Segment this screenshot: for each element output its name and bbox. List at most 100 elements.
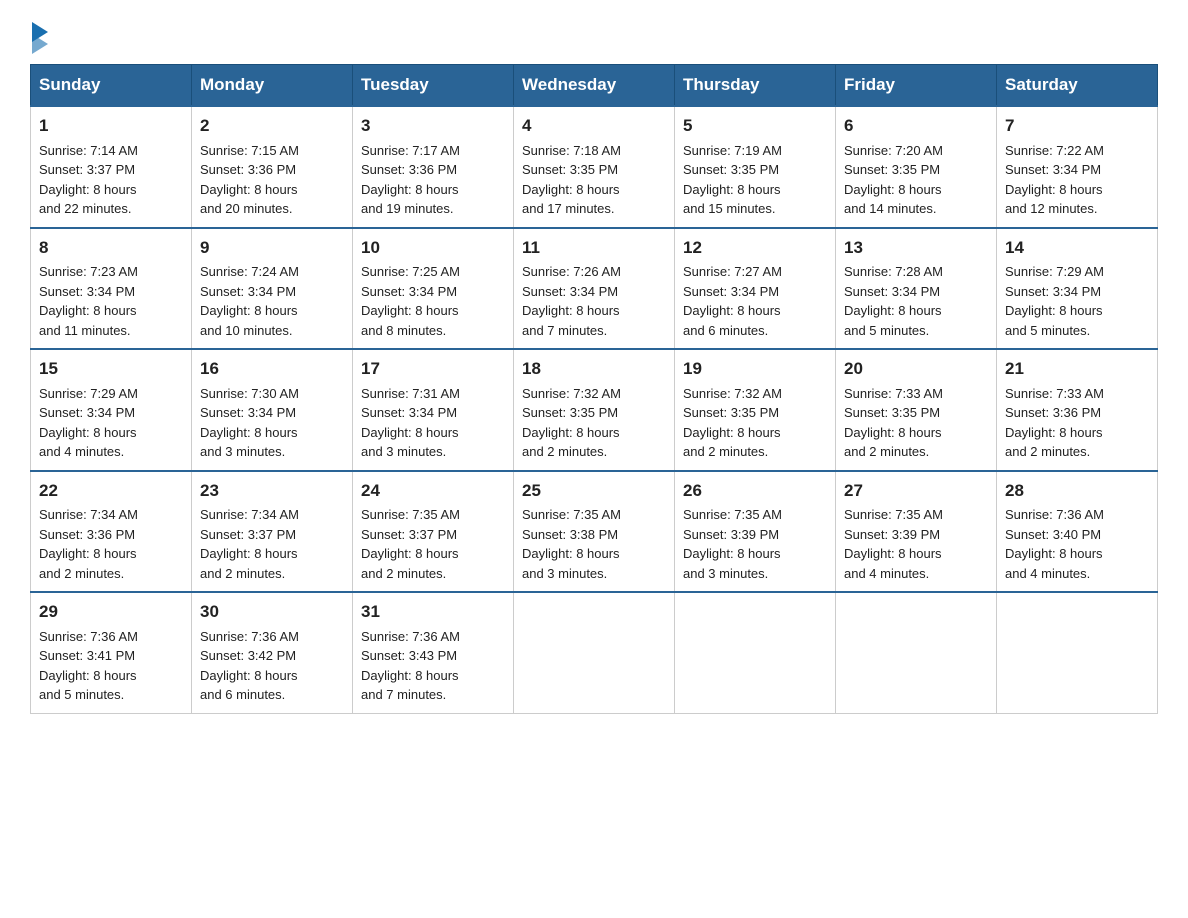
daylight-minutes: and 2 minutes.	[844, 444, 929, 459]
daylight-minutes: and 2 minutes.	[39, 566, 124, 581]
daylight-label: Daylight: 8 hours	[361, 546, 459, 561]
daylight-minutes: and 2 minutes.	[683, 444, 768, 459]
sunset-text: Sunset: 3:39 PM	[844, 527, 940, 542]
sunset-text: Sunset: 3:34 PM	[200, 405, 296, 420]
daylight-label: Daylight: 8 hours	[200, 546, 298, 561]
day-number: 9	[200, 235, 344, 261]
calendar-cell: 16Sunrise: 7:30 AMSunset: 3:34 PMDayligh…	[192, 349, 353, 471]
daylight-label: Daylight: 8 hours	[683, 303, 781, 318]
sunrise-text: Sunrise: 7:34 AM	[200, 507, 299, 522]
daylight-minutes: and 14 minutes.	[844, 201, 937, 216]
daylight-label: Daylight: 8 hours	[522, 425, 620, 440]
daylight-label: Daylight: 8 hours	[1005, 303, 1103, 318]
calendar-header-row: SundayMondayTuesdayWednesdayThursdayFrid…	[31, 65, 1158, 107]
sunrise-text: Sunrise: 7:36 AM	[200, 629, 299, 644]
calendar-cell: 22Sunrise: 7:34 AMSunset: 3:36 PMDayligh…	[31, 471, 192, 593]
daylight-minutes: and 5 minutes.	[844, 323, 929, 338]
week-row-5: 29 Sunrise: 7:36 AM Sunset: 3:41 PM Dayligh…	[31, 592, 1158, 713]
daylight-minutes: and 22 minutes.	[39, 201, 132, 216]
sunrise-text: Sunrise: 7:33 AM	[1005, 386, 1104, 401]
daylight-label: Daylight: 8 hours	[844, 546, 942, 561]
daylight-minutes: and 12 minutes.	[1005, 201, 1098, 216]
day-number: 31	[361, 599, 505, 625]
day-number: 18	[522, 356, 666, 382]
daylight-minutes: and 8 minutes.	[361, 323, 446, 338]
sunset-text: Sunset: 3:35 PM	[683, 162, 779, 177]
daylight-label: Daylight: 8 hours	[844, 303, 942, 318]
day-number: 21	[1005, 356, 1149, 382]
sunset-text: Sunset: 3:34 PM	[39, 284, 135, 299]
day-number: 27	[844, 478, 988, 504]
sunrise-text: Sunrise: 7:27 AM	[683, 264, 782, 279]
sunrise-text: Sunrise: 7:32 AM	[522, 386, 621, 401]
calendar-cell: 31Sunrise: 7:36 AMSunset: 3:43 PMDayligh…	[353, 592, 514, 713]
sunset-text: Sunset: 3:36 PM	[39, 527, 135, 542]
day-number: 1	[39, 113, 183, 139]
daylight-label: Daylight: 8 hours	[39, 303, 137, 318]
day-number: 30	[200, 599, 344, 625]
daylight-minutes: and 19 minutes.	[361, 201, 454, 216]
col-header-friday: Friday	[836, 65, 997, 107]
sunset-text: Sunset: 3:34 PM	[1005, 162, 1101, 177]
daylight-label: Daylight: 8 hours	[844, 182, 942, 197]
sunrise-text: Sunrise: 7:35 AM	[522, 507, 621, 522]
day-number: 19	[683, 356, 827, 382]
sunrise-text: Sunrise: 7:15 AM	[200, 143, 299, 158]
daylight-label: Daylight: 8 hours	[200, 182, 298, 197]
calendar-cell: 2Sunrise: 7:15 AMSunset: 3:36 PMDaylight…	[192, 106, 353, 228]
day-number: 10	[361, 235, 505, 261]
sunrise-text: Sunrise: 7:35 AM	[683, 507, 782, 522]
calendar-cell: 9Sunrise: 7:24 AMSunset: 3:34 PMDaylight…	[192, 228, 353, 350]
sunrise-text: Sunrise: 7:29 AM	[39, 386, 138, 401]
sunset-text: Sunset: 3:38 PM	[522, 527, 618, 542]
daylight-label: Daylight: 8 hours	[522, 303, 620, 318]
daylight-label: Daylight: 8 hours	[522, 182, 620, 197]
day-number: 17	[361, 356, 505, 382]
calendar-cell	[514, 592, 675, 713]
sunrise-text: Sunrise: 7:17 AM	[361, 143, 460, 158]
calendar-cell: 27Sunrise: 7:35 AMSunset: 3:39 PMDayligh…	[836, 471, 997, 593]
calendar-cell: 30Sunrise: 7:36 AMSunset: 3:42 PMDayligh…	[192, 592, 353, 713]
page-header	[30, 20, 1158, 48]
sunset-text: Sunset: 3:34 PM	[39, 405, 135, 420]
daylight-minutes: and 11 minutes.	[39, 323, 131, 338]
sunset-text: Sunset: 3:41 PM	[39, 648, 135, 663]
daylight-label: Daylight: 8 hours	[39, 668, 137, 683]
daylight-label: Daylight: 8 hours	[683, 425, 781, 440]
sunset-text: Sunset: 3:37 PM	[39, 162, 135, 177]
daylight-label: Daylight: 8 hours	[39, 425, 137, 440]
sunset-text: Sunset: 3:34 PM	[361, 284, 457, 299]
day-number: 2	[200, 113, 344, 139]
calendar-cell: 1Sunrise: 7:14 AMSunset: 3:37 PMDaylight…	[31, 106, 192, 228]
daylight-label: Daylight: 8 hours	[522, 546, 620, 561]
daylight-label: Daylight: 8 hours	[1005, 546, 1103, 561]
daylight-minutes: and 2 minutes.	[1005, 444, 1090, 459]
sunset-text: Sunset: 3:34 PM	[200, 284, 296, 299]
day-number: 29	[39, 599, 183, 625]
sunset-text: Sunset: 3:34 PM	[361, 405, 457, 420]
sunrise-text: Sunrise: 7:36 AM	[361, 629, 460, 644]
sunset-text: Sunset: 3:34 PM	[844, 284, 940, 299]
calendar-cell: 28Sunrise: 7:36 AMSunset: 3:40 PMDayligh…	[997, 471, 1158, 593]
calendar-cell: 8Sunrise: 7:23 AMSunset: 3:34 PMDaylight…	[31, 228, 192, 350]
calendar-cell	[997, 592, 1158, 713]
day-number: 6	[844, 113, 988, 139]
daylight-minutes: and 3 minutes.	[361, 444, 446, 459]
calendar-cell: 5Sunrise: 7:19 AMSunset: 3:35 PMDaylight…	[675, 106, 836, 228]
sunrise-text: Sunrise: 7:34 AM	[39, 507, 138, 522]
calendar-cell: 23 Sunrise: 7:34 AM Sunset: 3:37 PM Dayligh…	[192, 471, 353, 593]
sunrise-text: Sunrise: 7:32 AM	[683, 386, 782, 401]
calendar-cell: 18Sunrise: 7:32 AMSunset: 3:35 PMDayligh…	[514, 349, 675, 471]
sunrise-text: Sunrise: 7:19 AM	[683, 143, 782, 158]
calendar-cell: 26Sunrise: 7:35 AMSunset: 3:39 PMDayligh…	[675, 471, 836, 593]
day-number: 23	[200, 478, 344, 504]
sunset-text: Sunset: 3:37 PM	[200, 527, 296, 542]
daylight-label: Daylight: 8 hours	[361, 425, 459, 440]
calendar-cell: 24Sunrise: 7:35 AMSunset: 3:37 PMDayligh…	[353, 471, 514, 593]
day-number: 13	[844, 235, 988, 261]
daylight-label: Daylight: 8 hours	[361, 182, 459, 197]
sunset-text: Sunset: 3:35 PM	[522, 162, 618, 177]
daylight-label: Daylight: 8 hours	[1005, 425, 1103, 440]
daylight-label: Daylight: 8 hours	[200, 425, 298, 440]
calendar-cell: 7Sunrise: 7:22 AMSunset: 3:34 PMDaylight…	[997, 106, 1158, 228]
